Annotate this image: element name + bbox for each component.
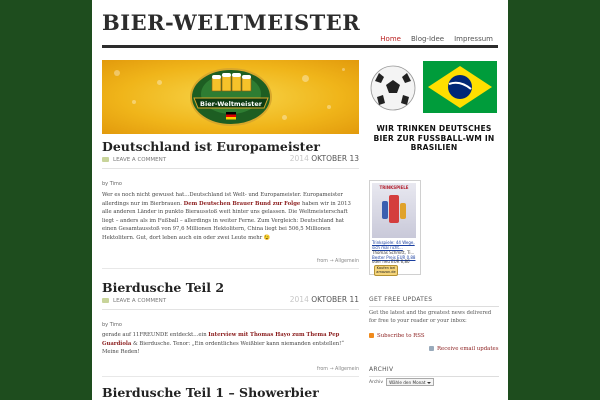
logo-text: Bier-Weltmeister [200, 100, 263, 108]
comment-icon [102, 157, 109, 162]
header-banner: Bier-Weltmeister [102, 60, 359, 134]
page-container: BIER-WELTMEISTER Home Blog-Idee Impressu… [92, 0, 508, 400]
post-category-1: from → Allgemein [316, 259, 359, 264]
email-icon [429, 346, 434, 351]
archive-widget-title: ARCHIV [369, 366, 499, 377]
football-brazil-image [370, 61, 497, 113]
post-meta-2: LEAVE A COMMENT 2014 OKTOBER 11 [102, 295, 359, 307]
post-body-2: gerade auf 11FREUNDE entdeckt...ein Inte… [102, 332, 344, 356]
category-link-2[interactable]: Allgemein [335, 367, 359, 372]
post-divider [102, 376, 359, 377]
meta-divider [102, 309, 359, 310]
subscribe-rss-link[interactable]: Subscribe to RSS [369, 333, 425, 339]
post-byline-2: by Timo [102, 322, 122, 328]
post-meta-1: LEAVE A COMMENT 2014 OKTOBER 13 [102, 154, 359, 166]
email-updates-link[interactable]: Receive email updates [429, 346, 499, 352]
nav-divider [102, 45, 498, 48]
buy-amazon-button[interactable]: Kaufen bei amazon.de [374, 265, 398, 276]
updates-widget-title: GET FREE UPDATES [369, 296, 499, 307]
archive-row: Archiv Wähle den Monat [369, 378, 435, 386]
amazon-book-widget[interactable]: TRINKSPIELE Trinkspiele: 44 Wege, sich m… [369, 180, 421, 276]
post-body-1: Wer es noch nicht gewusst hat...Deutschl… [102, 192, 351, 241]
category-link-1[interactable]: Allgemein [335, 259, 359, 264]
book-price-new: oder neu EUR 6,80 [372, 259, 410, 264]
leave-comment-link-2[interactable]: LEAVE A COMMENT [113, 298, 166, 304]
book-title-link[interactable]: Trinkspiele: 44 Wege, sich mal richt... [372, 240, 418, 250]
post-title-2[interactable]: Bierdusche Teil 2 [102, 280, 224, 295]
archive-month-select[interactable]: Wähle den Monat [386, 378, 435, 386]
meta-divider [102, 168, 359, 169]
post-byline-1: by Timo [102, 181, 122, 187]
archive-label: Archiv [369, 379, 384, 385]
comment-icon [102, 298, 109, 303]
rss-icon [369, 333, 374, 338]
post-divider [102, 268, 359, 269]
post-date-2: 2014 OKTOBER 11 [289, 295, 359, 304]
bier-weltmeister-logo[interactable]: Bier-Weltmeister [186, 64, 276, 130]
updates-description: Get the latest and the greatest news del… [369, 310, 492, 324]
post-title-1[interactable]: Deutschland ist Europameister [102, 139, 320, 154]
book-cover[interactable]: TRINKSPIELE [372, 183, 416, 238]
wm-slogan: WIR TRINKEN DEUTSCHES BIER ZUR FUSSBALL-… [373, 124, 495, 152]
leave-comment-link-1[interactable]: LEAVE A COMMENT [113, 157, 166, 163]
post-title-3[interactable]: Bierdusche Teil 1 – Showerbier [102, 385, 319, 400]
site-title[interactable]: BIER-WELTMEISTER [102, 10, 360, 35]
post-date-1: 2014 OKTOBER 13 [289, 154, 359, 163]
post-category-2: from → Allgemein [316, 367, 359, 372]
post-link-1[interactable]: Dem Deutschen Brauer Bund zur Folge [184, 201, 301, 207]
